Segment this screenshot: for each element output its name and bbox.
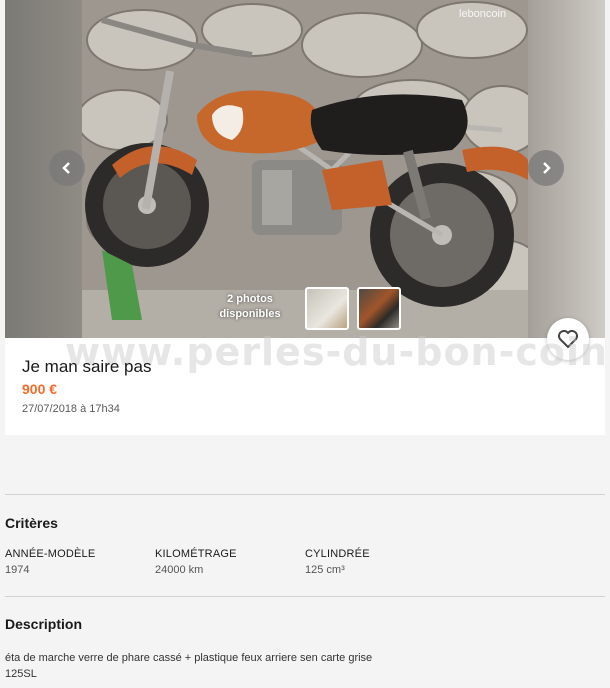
criterion-value: 125 cm³	[305, 564, 345, 576]
ad-title: Je man saire pas	[22, 357, 152, 376]
ad-card: leboncoin 2 photos disponibles www.perle…	[5, 0, 610, 435]
criterion-displacement: CYLINDRÉE 125 cm³	[305, 548, 455, 576]
ad-date: 27/07/2018 à 17h34	[22, 403, 120, 415]
photo-gallery[interactable]: leboncoin 2 photos disponibles	[5, 0, 605, 338]
photo-thumbnail-1[interactable]	[305, 287, 349, 330]
photo-count-label: 2 photos disponibles	[200, 292, 300, 322]
criterion-value: 24000 km	[155, 564, 204, 576]
ad-price: 900 €	[22, 381, 58, 397]
leboncoin-logo-watermark: leboncoin	[459, 8, 507, 20]
section-divider	[5, 596, 605, 597]
chevron-left-icon	[62, 162, 70, 174]
previous-photo-button[interactable]	[49, 150, 85, 186]
criterion-mileage: KILOMÉTRAGE 24000 km	[155, 548, 305, 576]
criterion-label: CYLINDRÉE	[305, 548, 370, 560]
photo-count-line1: 2 photos	[227, 293, 273, 305]
description-heading: Description	[5, 616, 83, 632]
criterion-label: KILOMÉTRAGE	[155, 548, 237, 560]
criteria-heading: Critères	[5, 515, 58, 531]
photo-thumbnail-2[interactable]	[357, 287, 401, 330]
section-divider	[5, 494, 605, 495]
photo-count-line2: disponibles	[219, 308, 281, 320]
chevron-right-icon	[543, 162, 551, 174]
description-text: éta de marche verre de phare cassé + pla…	[5, 650, 505, 682]
criterion-year: ANNÉE-MODÈLE 1974	[5, 548, 155, 576]
description-line: éta de marche verre de phare cassé + pla…	[5, 652, 373, 664]
next-photo-button[interactable]	[528, 150, 564, 186]
criterion-label: ANNÉE-MODÈLE	[5, 548, 96, 560]
description-line: 125SL	[5, 668, 37, 680]
criterion-value: 1974	[5, 564, 30, 576]
